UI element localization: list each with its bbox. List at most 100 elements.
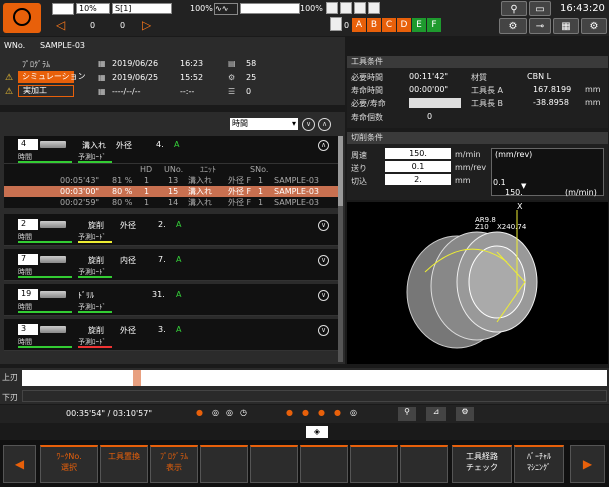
tool-icon[interactable]: ● bbox=[334, 408, 341, 417]
tool-icon[interactable]: ● bbox=[318, 408, 325, 417]
index: 3. bbox=[158, 325, 166, 334]
virtual-machining-button[interactable]: ﾊﾞｰﾁｬﾙ ﾏｼﾆﾝｸﾞ bbox=[514, 445, 564, 483]
operation: 旋削 bbox=[88, 221, 104, 230]
file-icon: ▤ bbox=[228, 59, 236, 68]
display-button[interactable]: ⚙ bbox=[499, 18, 527, 34]
date-1: 2019/06/26 bbox=[112, 59, 159, 68]
program-label: ﾌﾟﾛｸﾞﾗﾑ bbox=[22, 60, 50, 69]
depth-field[interactable]: 2. bbox=[385, 174, 451, 185]
row-pct: 81 % bbox=[112, 176, 133, 185]
user-button[interactable]: ⚲ bbox=[501, 1, 527, 16]
expand-icon[interactable]: ∨ bbox=[318, 290, 329, 301]
load-bar bbox=[78, 161, 112, 163]
prev-arrow-icon[interactable]: ◁ bbox=[56, 19, 65, 31]
empty-button[interactable] bbox=[300, 445, 348, 483]
speed-field[interactable]: 150. bbox=[385, 148, 451, 159]
tool-change-icon bbox=[330, 17, 342, 31]
list-item[interactable]: 2 旋削 外径 2. A ∨ 時間 予測ﾛｰﾄﾞ bbox=[4, 214, 338, 246]
time-bar bbox=[18, 161, 72, 163]
toolpath-check-button[interactable]: 工具経路 チェック bbox=[452, 445, 512, 483]
time-2: 15:52 bbox=[180, 73, 204, 82]
zoom-icon[interactable]: ⚲ bbox=[398, 407, 416, 421]
expand-icon[interactable]: ∨ bbox=[318, 325, 329, 336]
empty-button[interactable] bbox=[200, 445, 248, 483]
list-item[interactable]: 19 ﾄﾞﾘﾙ 31. A ∨ 時間 予測ﾛｰﾄﾞ bbox=[4, 284, 338, 316]
list-item[interactable]: 3 旋削 外径 3. A ∨ 時間 予測ﾛｰﾄﾞ bbox=[4, 319, 338, 351]
cutting-icon[interactable]: ● bbox=[196, 408, 203, 417]
collapse-icon[interactable]: ∧ bbox=[318, 140, 329, 151]
actual-machining-button[interactable]: 実加工 bbox=[18, 85, 74, 97]
next-page-button[interactable]: ▶ bbox=[570, 445, 605, 483]
upper-timeline-bar[interactable] bbox=[22, 370, 607, 386]
tool-number: 4 bbox=[18, 139, 38, 150]
row-unit2: 外径 F bbox=[228, 187, 252, 196]
tool-number: 3 bbox=[18, 324, 38, 335]
clock-icon[interactable]: ◷ bbox=[240, 408, 247, 417]
panel-handle[interactable]: ◈ bbox=[306, 426, 328, 438]
tool-replace-button[interactable]: 工具置換 bbox=[100, 445, 148, 483]
speed-unit: m/min bbox=[455, 150, 481, 159]
menu-logo-button[interactable] bbox=[3, 3, 41, 33]
upper-turret-label: 上刃 bbox=[2, 373, 18, 382]
chevron-down-icon: ▾ bbox=[291, 119, 296, 128]
empty-button[interactable] bbox=[250, 445, 298, 483]
sort-select[interactable]: 時間 ▾ bbox=[230, 118, 298, 130]
battery-button[interactable]: ▭ bbox=[529, 1, 551, 16]
key-button[interactable]: ⊸ bbox=[529, 18, 551, 34]
expand-icon[interactable]: ∨ bbox=[318, 255, 329, 266]
lower-timeline-bar[interactable] bbox=[22, 390, 607, 402]
count-3: 0 bbox=[246, 87, 252, 96]
load-bar bbox=[78, 346, 112, 348]
layout-button[interactable]: ▦ bbox=[553, 18, 579, 34]
next-arrow-icon[interactable]: ▷ bbox=[142, 19, 151, 31]
list-item[interactable]: 4 溝入れ 外径 4. A ∧ 時間 予測ﾛｰﾄﾞ bbox=[4, 136, 338, 164]
feed-field[interactable]: 0.1 bbox=[385, 161, 451, 172]
rapid-override-value: 100% bbox=[300, 4, 323, 13]
table-row[interactable]: 00:05'43" 81 % 1 13 溝入れ 外径 F 1 SAMPLE-03 bbox=[4, 175, 338, 186]
program-display-button[interactable]: ﾌﾟﾛｸﾞﾗﾑ 表示 bbox=[150, 445, 198, 483]
prev-page-button[interactable]: ◀ bbox=[3, 445, 36, 483]
collapse-all-button[interactable]: ∨ bbox=[302, 118, 315, 131]
operation: ﾄﾞﾘﾙ bbox=[78, 291, 94, 300]
settings-icon[interactable]: ⚙ bbox=[456, 407, 474, 421]
machine-icon[interactable] bbox=[326, 2, 338, 14]
tool-icon[interactable]: ● bbox=[302, 408, 309, 417]
index: 2. bbox=[158, 220, 166, 229]
settings-button[interactable]: ⚙ bbox=[581, 18, 607, 34]
table-row[interactable]: 00:02'59" 80 % 1 14 溝入れ 外径 F 1 SAMPLE-03 bbox=[4, 197, 338, 208]
table-row-selected[interactable]: 00:03'00" 80 % 1 15 溝入れ 外径 F 1 SAMPLE-03 bbox=[4, 186, 338, 197]
list-item[interactable]: 7 旋削 内径 7. A ∨ 時間 予測ﾛｰﾄﾞ bbox=[4, 249, 338, 281]
workno-select-button[interactable]: ﾜｰｸNo. 選択 bbox=[40, 445, 98, 483]
tool-icon[interactable] bbox=[354, 2, 366, 14]
tool-number: 2 bbox=[18, 219, 38, 230]
scrollbar[interactable] bbox=[338, 136, 343, 362]
tool-icon[interactable]: ● bbox=[286, 408, 293, 417]
chuck-icon[interactable] bbox=[340, 2, 352, 14]
drill-tool-icon bbox=[40, 291, 66, 298]
empty-button[interactable] bbox=[350, 445, 398, 483]
spindle-icon[interactable]: ◎ bbox=[212, 408, 219, 417]
scrollbar-thumb[interactable] bbox=[338, 136, 343, 206]
header-hd: HD bbox=[140, 165, 153, 174]
operation: 旋削 bbox=[88, 326, 104, 335]
depth-unit: mm bbox=[455, 176, 471, 185]
req-life-label: 必要/寿命 bbox=[351, 99, 386, 108]
spindle-icon[interactable] bbox=[368, 2, 380, 14]
expand-all-button[interactable]: ∧ bbox=[318, 118, 331, 131]
row-hd: 1 bbox=[144, 187, 150, 196]
expand-icon[interactable]: ∨ bbox=[318, 220, 329, 231]
tool-condition-title: 工具条件 bbox=[347, 56, 608, 68]
header-uno: UNo. bbox=[164, 165, 184, 174]
simulation-mode-button[interactable]: シミュレーション bbox=[18, 71, 86, 83]
empty-button[interactable] bbox=[400, 445, 448, 483]
header-sno: SNo. bbox=[250, 165, 269, 174]
coolant-icon[interactable]: ◎ bbox=[226, 408, 233, 417]
measure-icon[interactable]: ⊿ bbox=[426, 407, 446, 421]
3d-view[interactable]: AR9.8 Z10 X240.74 X bbox=[347, 202, 608, 364]
timeline[interactable]: 上刃 下刃 bbox=[0, 368, 609, 404]
gear-icon: ⚙ bbox=[228, 73, 236, 82]
life-time: 00:00'00" bbox=[409, 85, 449, 94]
status-row: 00:35'54" / 03:10'57" ● ◎ ◎ ◷ ● ● ● ● ◎ … bbox=[0, 405, 609, 423]
tool-condition-panel: 工具条件 必要時間 00:11'42" 寿命時間 00:00'00" 必要/寿命… bbox=[347, 56, 608, 128]
tool-icon[interactable]: ◎ bbox=[350, 408, 357, 417]
